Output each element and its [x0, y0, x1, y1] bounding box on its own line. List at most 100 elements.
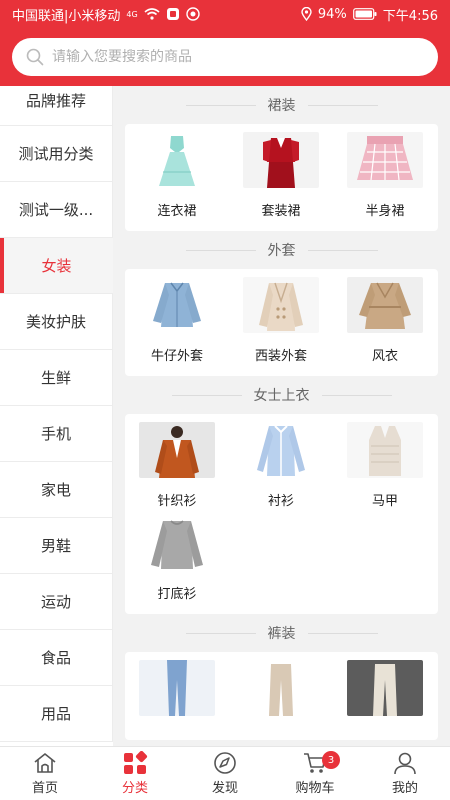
network-type: 4G: [126, 9, 138, 19]
subcategory-item[interactable]: 打底衫: [125, 515, 229, 602]
subcategory-grid: [125, 652, 438, 740]
sidebar-item-fresh[interactable]: 生鲜: [0, 350, 113, 406]
sidebar-item-label: 测试用分类: [18, 145, 94, 163]
clock-time: 下午4:56: [382, 8, 438, 24]
sidebar-item-beauty[interactable]: 美妆护肤: [0, 294, 113, 350]
subcategory-label: 连衣裙: [157, 204, 197, 219]
section-title: 外套: [113, 231, 450, 269]
tab-label: 首页: [31, 781, 58, 796]
subcategory-item[interactable]: 针织衫: [125, 422, 229, 509]
app-notification-icon: [166, 8, 179, 20]
subcategory-item[interactable]: [229, 660, 333, 728]
product-thumbnail: [243, 422, 319, 478]
sidebar-item-label: 用品: [40, 705, 71, 723]
sidebar-item-label: 生鲜: [40, 369, 71, 387]
subcategory-item[interactable]: 连衣裙: [125, 132, 229, 219]
tab-label: 分类: [121, 781, 148, 796]
header: 中国联通|小米移动 4G 94% 下午4:56: [0, 0, 450, 86]
sidebar-item-label: 美妆护肤: [25, 313, 86, 331]
sidebar-item-label: 运动: [40, 593, 71, 611]
sidebar-item-label: 男鞋: [40, 537, 71, 555]
tab-discover[interactable]: 发现: [180, 747, 270, 800]
subcategory-item[interactable]: [333, 660, 437, 728]
product-thumbnail: [347, 132, 423, 188]
subcategory-label: 牛仔外套: [150, 349, 203, 364]
subcategory-label: 西装外套: [254, 349, 307, 364]
search-icon: [26, 48, 44, 66]
subcategory-label: 打底衫: [157, 587, 197, 602]
subcategory-label: 套装裙: [261, 204, 301, 219]
product-thumbnail: [347, 277, 423, 333]
section-title: 裙装: [113, 86, 450, 124]
tab-label: 购物车: [295, 781, 335, 796]
tab-home[interactable]: 首页: [0, 747, 90, 800]
battery-icon: [352, 8, 377, 20]
subcategory-grid: 牛仔外套 西装外套 风衣: [125, 269, 438, 376]
search-input[interactable]: [52, 49, 424, 65]
location-icon: [301, 7, 312, 21]
sidebar-item-label: 测试一级...: [18, 201, 94, 219]
sidebar-item-brand[interactable]: 品牌推荐: [0, 86, 113, 126]
subcategory-grid: 连衣裙 套装裙 半身裙: [125, 124, 438, 231]
battery-percent: 94%: [317, 6, 347, 22]
subcategory-item[interactable]: 衬衫: [229, 422, 333, 509]
status-bar: 中国联通|小米移动 4G 94% 下午4:56: [0, 0, 450, 28]
product-thumbnail: [243, 132, 319, 188]
subcategory-item[interactable]: 半身裙: [333, 132, 437, 219]
sidebar-item-label: 家电: [40, 481, 71, 499]
product-thumbnail: [243, 660, 319, 716]
sidebar-item-supplies[interactable]: 用品: [0, 686, 113, 742]
app-notification-icon: [185, 7, 200, 21]
home-icon: [34, 753, 56, 773]
sidebar-item-test-level1[interactable]: 测试一级...: [0, 182, 113, 238]
category-icon: [124, 751, 148, 774]
product-thumbnail: [347, 660, 423, 716]
product-thumbnail: [139, 660, 215, 716]
product-thumbnail: [139, 132, 215, 188]
subcategory-item[interactable]: 马甲: [333, 422, 437, 509]
subcategory-label: 衬衫: [267, 494, 294, 509]
subcategory-item[interactable]: 牛仔外套: [125, 277, 229, 364]
subcategory-item[interactable]: 套装裙: [229, 132, 333, 219]
subcategory-label: 半身裙: [365, 204, 405, 219]
tab-label: 发现: [211, 781, 238, 796]
subcategory-panel: 裙装 连衣裙 套装裙 半身裙 外套 牛仔外套 西装外套 风衣 女士上衣 针织衫 …: [113, 86, 450, 746]
sidebar-item-label: 食品: [40, 649, 71, 667]
subcategory-item[interactable]: [125, 660, 229, 728]
product-thumbnail: [243, 277, 319, 333]
compass-icon: [214, 752, 236, 774]
category-sidebar: 品牌推荐 测试用分类 测试一级... 女装 美妆护肤 生鲜 手机 家电 男鞋 运…: [0, 86, 113, 746]
search-bar[interactable]: [12, 38, 438, 76]
subcategory-item[interactable]: 风衣: [333, 277, 437, 364]
bottom-tab-bar: 首页 分类 发现 3 购物车 我的: [0, 746, 450, 800]
sidebar-item-label: 手机: [40, 425, 71, 443]
subcategory-label: 马甲: [371, 494, 398, 509]
tab-mine[interactable]: 我的: [360, 747, 450, 800]
subcategory-item[interactable]: 西装外套: [229, 277, 333, 364]
product-thumbnail: [139, 277, 215, 333]
sidebar-item-sports[interactable]: 运动: [0, 574, 113, 630]
sidebar-item-label: 品牌推荐: [25, 92, 86, 110]
sidebar-item-label: 女装: [41, 257, 72, 275]
product-thumbnail: [347, 422, 423, 478]
wifi-icon: [144, 8, 160, 20]
sidebar-item-appliances[interactable]: 家电: [0, 462, 113, 518]
tab-label: 我的: [391, 781, 418, 796]
product-thumbnail: [139, 515, 215, 571]
section-title: 女士上衣: [113, 376, 450, 414]
tab-cart[interactable]: 3 购物车: [270, 747, 360, 800]
sidebar-item-womens-clothing[interactable]: 女装: [0, 238, 113, 294]
section-title: 裤装: [113, 614, 450, 652]
sidebar-item-mens-shoes[interactable]: 男鞋: [0, 518, 113, 574]
sidebar-item-food[interactable]: 食品: [0, 630, 113, 686]
subcategory-grid: 针织衫 衬衫 马甲 打底衫: [125, 414, 438, 614]
tab-category[interactable]: 分类: [90, 747, 180, 800]
product-thumbnail: [139, 422, 215, 478]
sidebar-item-phone[interactable]: 手机: [0, 406, 113, 462]
cart-count-badge: 3: [322, 751, 340, 769]
subcategory-label: 风衣: [371, 349, 398, 364]
subcategory-label: 针织衫: [157, 494, 197, 509]
carrier-text: 中国联通|小米移动: [12, 8, 121, 24]
person-icon: [394, 752, 416, 775]
sidebar-item-test-category[interactable]: 测试用分类: [0, 126, 113, 182]
